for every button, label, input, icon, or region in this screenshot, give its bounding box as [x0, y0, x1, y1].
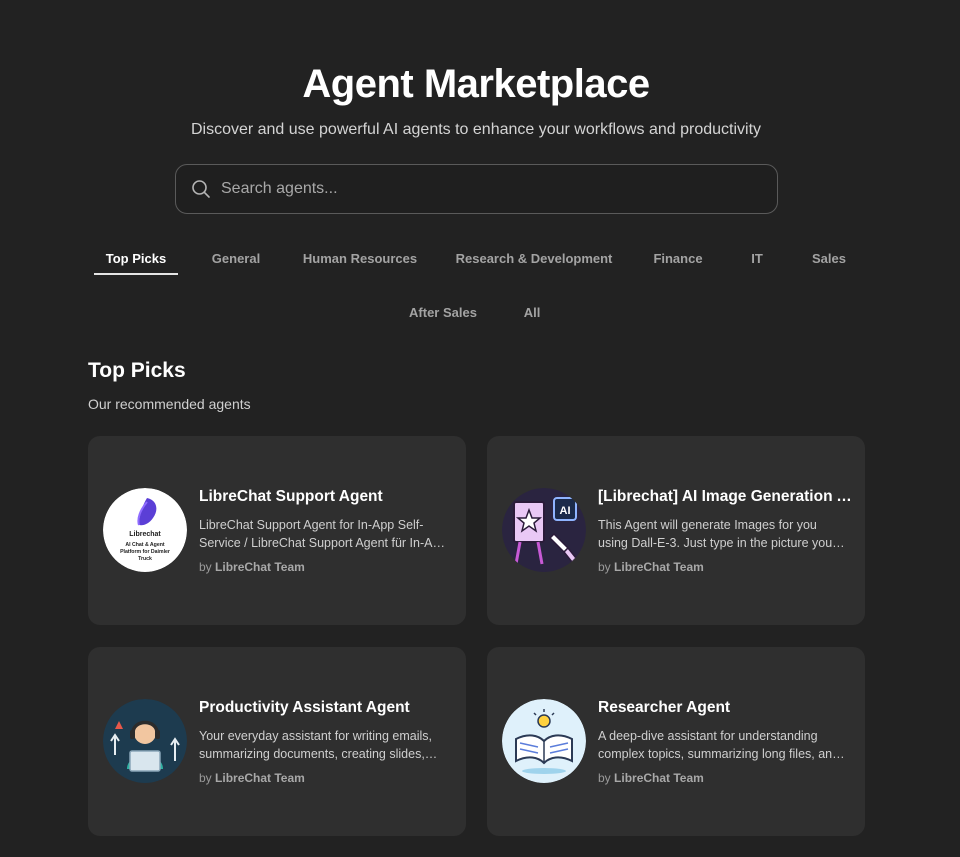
agent-name: Researcher Agent — [598, 699, 731, 716]
agent-author: by LibreChat Team — [598, 560, 704, 574]
open-book-icon — [502, 699, 586, 783]
svg-text:Librechat: Librechat — [129, 531, 161, 538]
svg-text:Platform for Daimler: Platform for Daimler — [120, 549, 170, 555]
agent-author: by LibreChat Team — [199, 560, 305, 574]
search-input[interactable] — [221, 180, 777, 198]
active-tab-indicator — [94, 273, 178, 275]
svg-text:AI Chat & Agent: AI Chat & Agent — [125, 542, 165, 548]
agent-name: [Librechat] AI Image Generation Agent — [598, 488, 853, 505]
image-generation-icon: AI — [502, 488, 586, 572]
agent-card[interactable]: Productivity Assistant Agent Your everyd… — [88, 647, 466, 836]
agent-avatar: AI — [502, 488, 586, 572]
tab-finance[interactable]: Finance — [643, 251, 713, 266]
agent-card[interactable]: Librechat AI Chat & Agent Platform for D… — [88, 436, 466, 625]
headset-assistant-icon — [103, 699, 187, 783]
search-icon — [192, 180, 210, 198]
agent-avatar: Librechat AI Chat & Agent Platform for D… — [103, 488, 187, 572]
agent-description: LibreChat Support Agent for In-App Self-… — [199, 518, 447, 550]
librechat-logo-icon: Librechat AI Chat & Agent Platform for D… — [103, 488, 187, 572]
tab-research-development[interactable]: Research & Development — [450, 251, 618, 266]
agent-card[interactable]: AI [Librechat] AI Image Generation Agent… — [487, 436, 865, 625]
agent-author: by LibreChat Team — [598, 771, 704, 785]
agent-author: by LibreChat Team — [199, 771, 305, 785]
page-title: Agent Marketplace — [302, 62, 650, 106]
agent-description: This Agent will generate Images for you … — [598, 518, 833, 550]
search-box[interactable] — [175, 164, 778, 214]
agent-description: A deep-dive assistant for understanding … — [598, 729, 840, 761]
tab-sales[interactable]: Sales — [802, 251, 856, 266]
tab-it[interactable]: IT — [737, 251, 777, 266]
agent-name: LibreChat Support Agent — [199, 488, 383, 505]
agent-avatar — [103, 699, 187, 783]
tab-general[interactable]: General — [201, 251, 271, 266]
section-title: Top Picks — [88, 359, 186, 382]
agent-marketplace-page: Agent Marketplace Discover and use power… — [0, 0, 960, 857]
agent-name: Productivity Assistant Agent — [199, 699, 410, 716]
agent-card[interactable]: Researcher Agent A deep-dive assistant f… — [487, 647, 865, 836]
agent-avatar — [502, 699, 586, 783]
tab-after-sales[interactable]: After Sales — [400, 305, 486, 320]
svg-text:Truck: Truck — [138, 556, 152, 562]
page-subtitle: Discover and use powerful AI agents to e… — [190, 121, 762, 138]
svg-text:AI: AI — [560, 505, 571, 517]
tab-human-resources[interactable]: Human Resources — [295, 251, 425, 266]
agent-description: Your everyday assistant for writing emai… — [199, 729, 432, 761]
tab-all[interactable]: All — [512, 305, 552, 320]
tab-top-picks[interactable]: Top Picks — [94, 251, 178, 266]
section-subtitle: Our recommended agents — [88, 396, 251, 412]
